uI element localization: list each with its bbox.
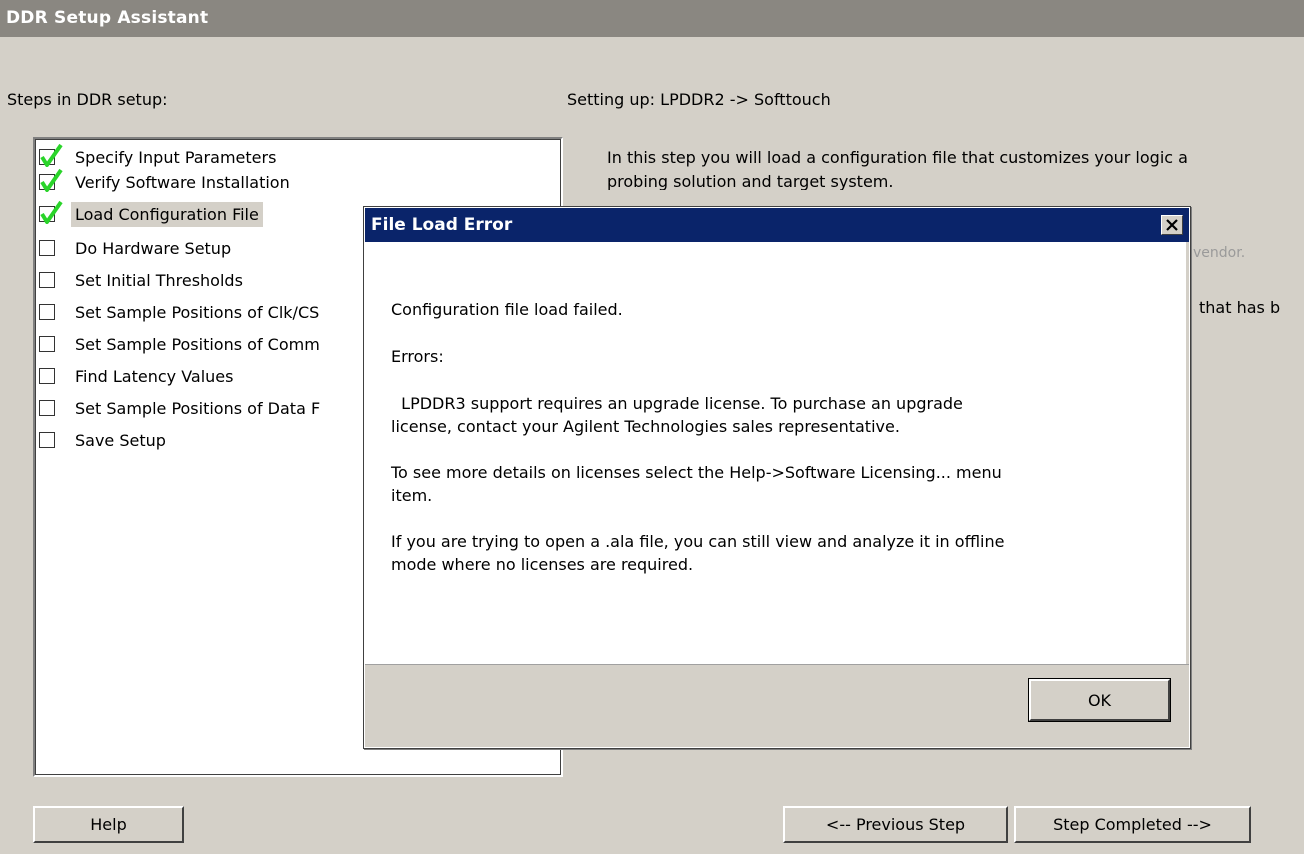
license-help-line2: item. [391, 486, 433, 505]
step-checkbox [39, 272, 55, 288]
dialog-title: File Load Error [365, 208, 1189, 242]
window-title: DDR Setup Assistant [0, 0, 1304, 37]
step-completed-button[interactable]: Step Completed --> [1014, 806, 1251, 843]
step-label: Load Configuration File [71, 202, 263, 227]
step-checkbox [39, 368, 55, 384]
setting-up-label: Setting up: LPDDR2 -> Softtouch [567, 90, 831, 109]
dialog-edge [1186, 242, 1189, 665]
step-checkbox [39, 200, 63, 224]
check-icon [40, 143, 63, 167]
step-label: Set Sample Positions of Data F [75, 399, 321, 418]
step-label: Specify Input Parameters [75, 148, 277, 167]
step-checkbox [39, 400, 55, 416]
step-checkbox [39, 168, 63, 192]
dialog-body: Configuration file load failed. Errors: … [391, 298, 1171, 576]
ddr-setup-window: DDR Setup Assistant Steps in DDR setup: … [0, 0, 1304, 854]
step-label: Find Latency Values [75, 367, 234, 386]
ok-button[interactable]: OK [1028, 678, 1171, 722]
step-label: Set Sample Positions of Comm [75, 335, 320, 354]
dialog-footer: OK [365, 664, 1189, 747]
step-checkbox [39, 143, 63, 167]
step-checkbox [39, 240, 55, 256]
errors-label: Errors: [391, 347, 444, 366]
step-label: Save Setup [75, 431, 166, 450]
previous-step-button[interactable]: <-- Previous Step [783, 806, 1008, 843]
step-checkbox [39, 432, 55, 448]
check-icon [40, 200, 63, 224]
obscured-text-vendor: vendor. [1193, 245, 1246, 261]
offline-note-line2: mode where no licenses are required. [391, 555, 694, 574]
error-message: Configuration file load failed. [391, 300, 623, 319]
step-checkbox [39, 304, 55, 320]
dialog-title-text: File Load Error [371, 215, 513, 235]
error-detail-line2: license, contact your Agilent Technologi… [391, 417, 900, 436]
offline-note-line1: If you are trying to open a .ala file, y… [391, 532, 1005, 551]
close-button[interactable] [1161, 215, 1183, 235]
obscured-text-has: that has b [1199, 298, 1281, 317]
step-description-line2: probing solution and target system. [607, 172, 894, 190]
error-detail-line1: LPDDR3 support requires an upgrade licen… [391, 394, 963, 413]
steps-heading: Steps in DDR setup: [7, 90, 168, 109]
close-icon [1166, 219, 1178, 231]
step-label: Do Hardware Setup [75, 239, 232, 258]
step-label: Set Initial Thresholds [75, 271, 243, 290]
step-label: Set Sample Positions of Clk/CS [75, 303, 320, 322]
step-label: Verify Software Installation [75, 173, 290, 192]
help-button[interactable]: Help [33, 806, 184, 843]
step-checkbox [39, 336, 55, 352]
file-load-error-dialog: File Load Error Configuration file load … [363, 206, 1191, 749]
license-help-line1: To see more details on licenses select t… [391, 463, 1002, 482]
check-icon [40, 168, 63, 192]
step-description-line1: In this step you will load a configurati… [607, 148, 1188, 167]
